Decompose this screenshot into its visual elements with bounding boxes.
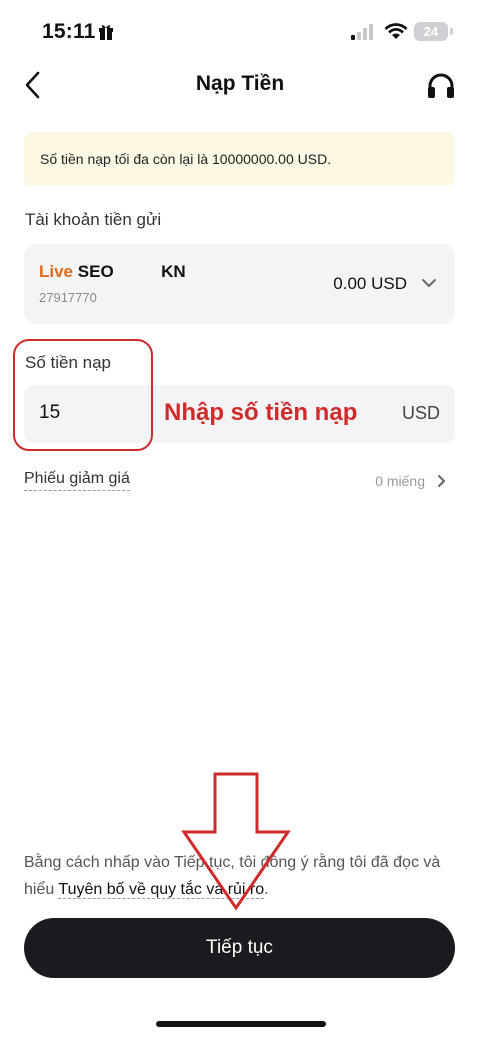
deposit-limit-notice: Số tiền nạp tối đa còn lại là 10000000.0…	[24, 132, 455, 186]
account-type: Live	[39, 262, 74, 281]
highlight-annotation	[13, 339, 153, 451]
wifi-icon	[384, 23, 408, 39]
account-name-suffix: KN	[161, 262, 186, 281]
status-bar: 15:11 24	[0, 0, 480, 62]
gift-icon	[99, 25, 113, 40]
home-indicator	[156, 1021, 326, 1027]
account-selector[interactable]: Live SEO KN 27917770 0.00 USD	[24, 244, 455, 324]
battery-icon: 24	[414, 22, 448, 41]
headset-icon[interactable]	[426, 72, 456, 100]
page-title: Nạp Tiền	[195, 72, 285, 95]
account-label: Tài khoản tiền gửi	[25, 210, 162, 229]
coupon-count: 0 miếng	[375, 473, 425, 489]
account-balance: 0.00 USD	[333, 274, 407, 293]
terms-text: Bằng cách nhấp vào Tiếp tục, tôi đồng ý …	[24, 849, 464, 903]
terms-link[interactable]: Tuyên bố về quy tắc và rủi ro	[58, 881, 265, 899]
account-name-prefix: SEO	[77, 262, 114, 281]
account-number: 27917770	[39, 290, 97, 305]
chevron-down-icon	[422, 279, 436, 288]
coupon-row[interactable]: Phiếu giảm giá 0 miếng	[24, 464, 455, 498]
continue-button[interactable]: Tiếp tục	[24, 918, 455, 978]
amount-currency: USD	[401, 403, 440, 423]
signal-icon	[351, 24, 373, 40]
amount-hint-annotation: Nhập số tiền nạp	[164, 399, 358, 426]
redacted-mask	[118, 262, 157, 283]
status-time: 15:11	[42, 20, 96, 43]
battery-tip	[450, 28, 453, 35]
coupon-label: Phiếu giảm giá	[24, 470, 130, 491]
terms-end: .	[264, 881, 269, 898]
account-name: Live SEO KN	[39, 262, 186, 283]
header: Nạp Tiền	[0, 62, 480, 108]
chevron-right-icon	[438, 475, 446, 487]
